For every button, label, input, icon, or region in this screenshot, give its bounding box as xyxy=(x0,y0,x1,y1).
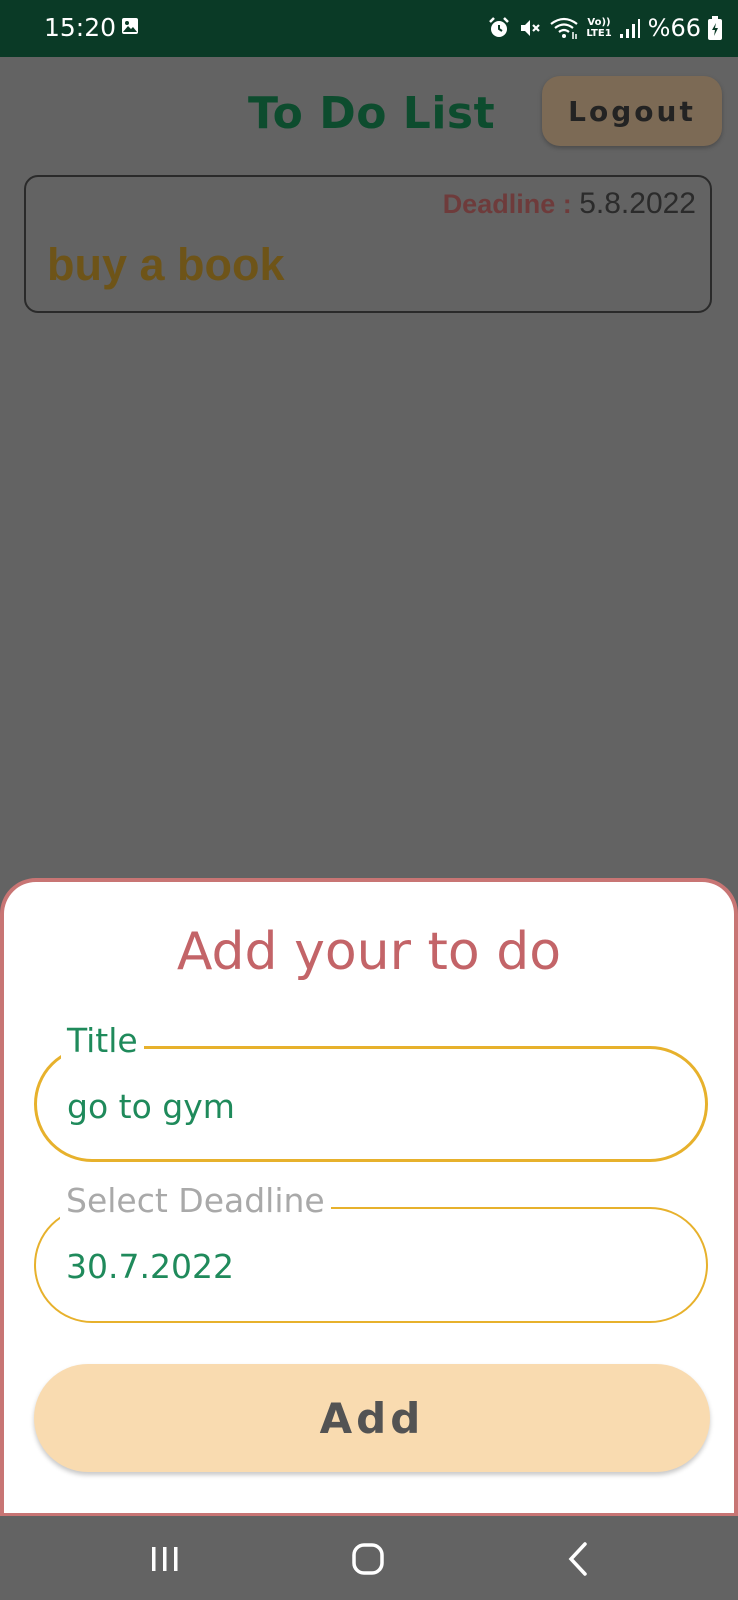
navigation-bar xyxy=(0,1516,738,1600)
home-icon[interactable] xyxy=(344,1534,394,1584)
deadline-field-value[interactable]: 30.7.2022 xyxy=(66,1247,234,1286)
signal-icon xyxy=(619,19,640,38)
deadline-field-label: Select Deadline xyxy=(60,1181,331,1220)
add-button[interactable]: Add xyxy=(34,1364,710,1472)
page-title: To Do List xyxy=(248,88,496,139)
gallery-icon xyxy=(122,18,138,34)
alarm-icon xyxy=(489,17,510,37)
status-icons: Vo)) LTE1 %66 xyxy=(487,12,722,44)
logout-button[interactable]: Logout xyxy=(542,76,722,146)
volte-top-text: Vo)) xyxy=(587,17,611,28)
todo-title: buy a book xyxy=(47,239,285,290)
add-todo-sheet: Add your to do Title go to gym Select De… xyxy=(0,878,738,1516)
volte-icon: Vo)) LTE1 xyxy=(586,17,611,39)
title-field-label: Title xyxy=(61,1021,144,1060)
todo-card[interactable]: Deadline : 5.8.2022 buy a book xyxy=(24,175,712,313)
todo-deadline: Deadline : 5.8.2022 xyxy=(443,187,696,221)
deadline-field[interactable]: Select Deadline 30.7.2022 xyxy=(34,1181,708,1323)
wifi-icon xyxy=(550,17,578,39)
back-icon[interactable] xyxy=(553,1534,603,1584)
recents-icon[interactable] xyxy=(140,1534,190,1584)
status-bar: 15:20 Vo)) LTE1 %66 xyxy=(0,0,738,57)
volte-bottom-text: LTE1 xyxy=(586,28,612,39)
mute-icon xyxy=(521,20,541,36)
battery-icon xyxy=(708,16,722,40)
deadline-value: 5.8.2022 xyxy=(579,187,696,220)
battery-percent: %66 xyxy=(647,14,701,42)
status-time: 15:20 xyxy=(44,13,117,42)
title-field[interactable]: Title go to gym xyxy=(34,1021,708,1162)
sheet-title: Add your to do xyxy=(176,922,562,982)
title-field-value[interactable]: go to gym xyxy=(67,1087,235,1126)
deadline-label: Deadline : xyxy=(442,189,580,219)
